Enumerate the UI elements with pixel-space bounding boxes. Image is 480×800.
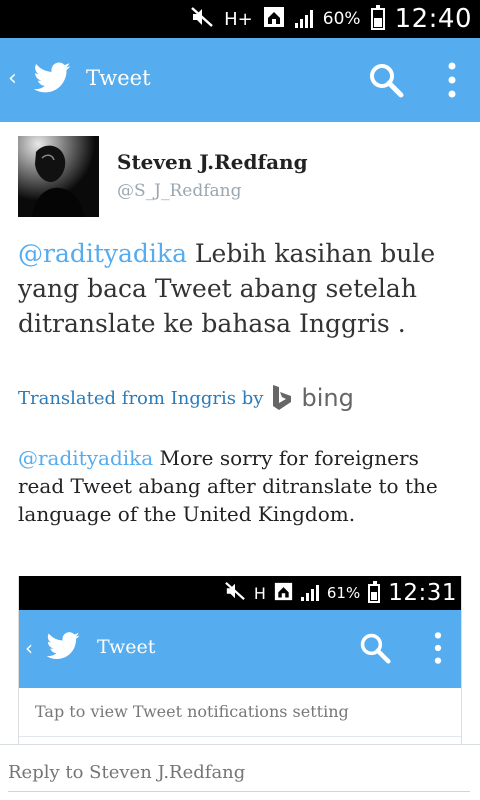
embedded-clock: 12:31 (388, 580, 457, 606)
translated-label: Translated from Inggris by (18, 387, 264, 409)
embedded-screen-title: Tweet (97, 636, 156, 658)
hplus-data-icon: H+ (224, 8, 253, 30)
embedded-divider (19, 736, 461, 737)
overflow-menu-icon[interactable] (442, 60, 462, 100)
back-chevron-icon[interactable]: ‹ (8, 66, 17, 91)
twitter-bird-icon[interactable] (32, 62, 72, 96)
embedded-overflow-menu-icon (434, 632, 442, 664)
embedded-search-icon (360, 633, 391, 664)
reply-bar (0, 744, 480, 800)
reply-input[interactable] (8, 757, 470, 787)
embedded-action-bar: ‹ Tweet (19, 610, 461, 688)
embedded-home-icon (274, 582, 293, 605)
bing-wordmark: bing (301, 384, 354, 412)
translated-text: @radityadika More sorry for foreigners r… (18, 444, 468, 528)
translation-mention-link[interactable]: @radityadika (18, 446, 153, 470)
embedded-twitter-bird-icon (46, 632, 80, 660)
embedded-battery-percentage: 61% (326, 584, 361, 602)
screen-title: Tweet (86, 66, 151, 90)
embedded-mute-icon (224, 581, 246, 605)
battery-percentage: 60% (322, 9, 361, 29)
embedded-status-bar: H 61% 12:31 (19, 576, 461, 610)
author-handle[interactable]: @S_J_Redfang (117, 181, 241, 201)
avatar[interactable] (18, 136, 99, 217)
embedded-screenshot[interactable]: H 61% 12:31 ‹ Tweet Tap to view Tweet no… (18, 576, 462, 746)
mute-icon (190, 6, 214, 33)
embedded-h-data-icon: H (253, 583, 266, 603)
mention-link[interactable]: @radityadika (18, 239, 187, 268)
bing-logo-icon (273, 385, 292, 410)
signal-icon (294, 10, 313, 28)
tweet-text: @radityadika Lebih kasihan bule yang bac… (18, 236, 468, 341)
embedded-signal-icon (300, 585, 319, 601)
embedded-battery-icon (368, 580, 381, 603)
author-name[interactable]: Steven J.Redfang (117, 150, 308, 174)
search-icon[interactable] (368, 62, 404, 98)
embedded-notification-notice: Tap to view Tweet notifications setting (35, 702, 349, 721)
home-icon (263, 6, 285, 32)
reply-underline (8, 791, 470, 792)
translation-attribution: Translated from Inggris by bing (18, 382, 354, 414)
clock: 12:40 (394, 4, 472, 34)
embedded-back-chevron-icon: ‹ (25, 636, 33, 660)
action-bar: ‹ Tweet (0, 38, 480, 122)
status-bar: H+ 60% 12:40 (0, 0, 480, 38)
battery-icon (370, 5, 385, 30)
